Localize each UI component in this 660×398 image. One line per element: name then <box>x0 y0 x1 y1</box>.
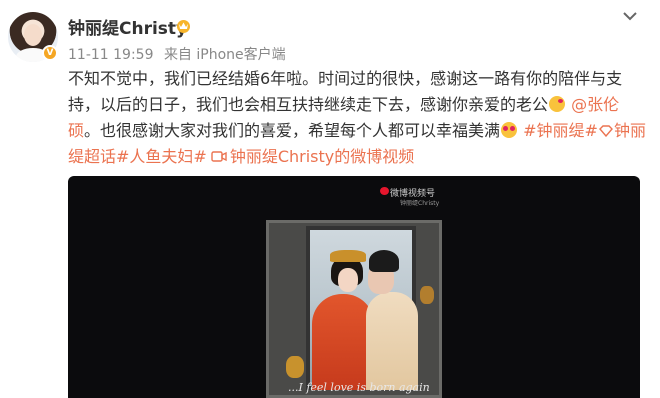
video-player[interactable]: 微博视频号 钟丽缇Christy ...I feel love is born … <box>68 176 640 398</box>
verified-badge-icon: V <box>42 45 58 61</box>
avatar-face <box>24 24 42 46</box>
hashtag-link[interactable]: #钟丽缇# <box>523 121 598 140</box>
hashtag-link[interactable]: #人鱼夫妇# <box>116 147 207 166</box>
groom-figure <box>366 292 418 390</box>
content-text: 。也很感谢大家对我们的喜爱，希望每个人都可以幸福美满 <box>84 121 501 140</box>
groom-hair <box>369 250 399 272</box>
weibo-logo-icon <box>380 187 389 195</box>
username[interactable]: 钟丽缇Christy <box>68 14 187 39</box>
video-subtitle: ...I feel love is born again <box>288 381 430 394</box>
vip-crown-icon[interactable] <box>175 18 192 33</box>
super-topic-link[interactable]: 钟丽 <box>614 121 646 140</box>
video-icon <box>211 151 227 162</box>
video-link[interactable]: 钟丽缇Christy的微博视频 <box>230 147 414 166</box>
lantern-decoration <box>286 356 304 378</box>
weibo-post: V 钟丽缇Christy 11-11 19:59 来自 iPhone客户端 不知… <box>0 0 660 398</box>
mention-link-continued[interactable]: 硕 <box>68 121 84 140</box>
super-topic-icon <box>598 125 613 137</box>
chevron-down-icon[interactable] <box>622 10 638 22</box>
content-line-3: 硕。也很感谢大家对我们的喜爱，希望每个人都可以幸福美满 #钟丽缇# 钟丽 <box>68 118 648 144</box>
post-meta: 11-11 19:59 来自 iPhone客户端 <box>68 44 292 64</box>
bride-face <box>338 268 358 292</box>
bride-figure <box>312 294 374 390</box>
post-timestamp[interactable]: 11-11 19:59 <box>68 47 153 63</box>
content-line-2: 持，以后的日子，我们也会相互扶持继续走下去，感谢你亲爱的老公 @张伦 <box>68 92 648 118</box>
content-line-1: 不知不觉中，我们已经结婚6年啦。时间过的很快，感谢这一路有你的陪伴与支 <box>68 69 623 88</box>
post-content: 不知不觉中，我们已经结婚6年啦。时间过的很快，感谢这一路有你的陪伴与支 持，以后… <box>68 66 648 170</box>
bride-headdress <box>330 250 366 262</box>
mention-link[interactable]: @张伦 <box>571 95 619 114</box>
kiss-emoji-icon <box>549 96 566 112</box>
video-watermark-sub: 钟丽缇Christy <box>400 200 440 207</box>
post-source: 来自 iPhone客户端 <box>163 47 286 63</box>
content-line-4: 缇超话#人鱼夫妇# 钟丽缇Christy的微博视频 <box>68 144 648 170</box>
lantern-decoration <box>420 286 434 304</box>
super-topic-link-continued[interactable]: 缇超话 <box>68 147 116 166</box>
content-text: 持，以后的日子，我们也会相互扶持继续走下去，感谢你亲爱的老公 <box>68 95 549 114</box>
love-emoji-icon <box>501 122 518 138</box>
